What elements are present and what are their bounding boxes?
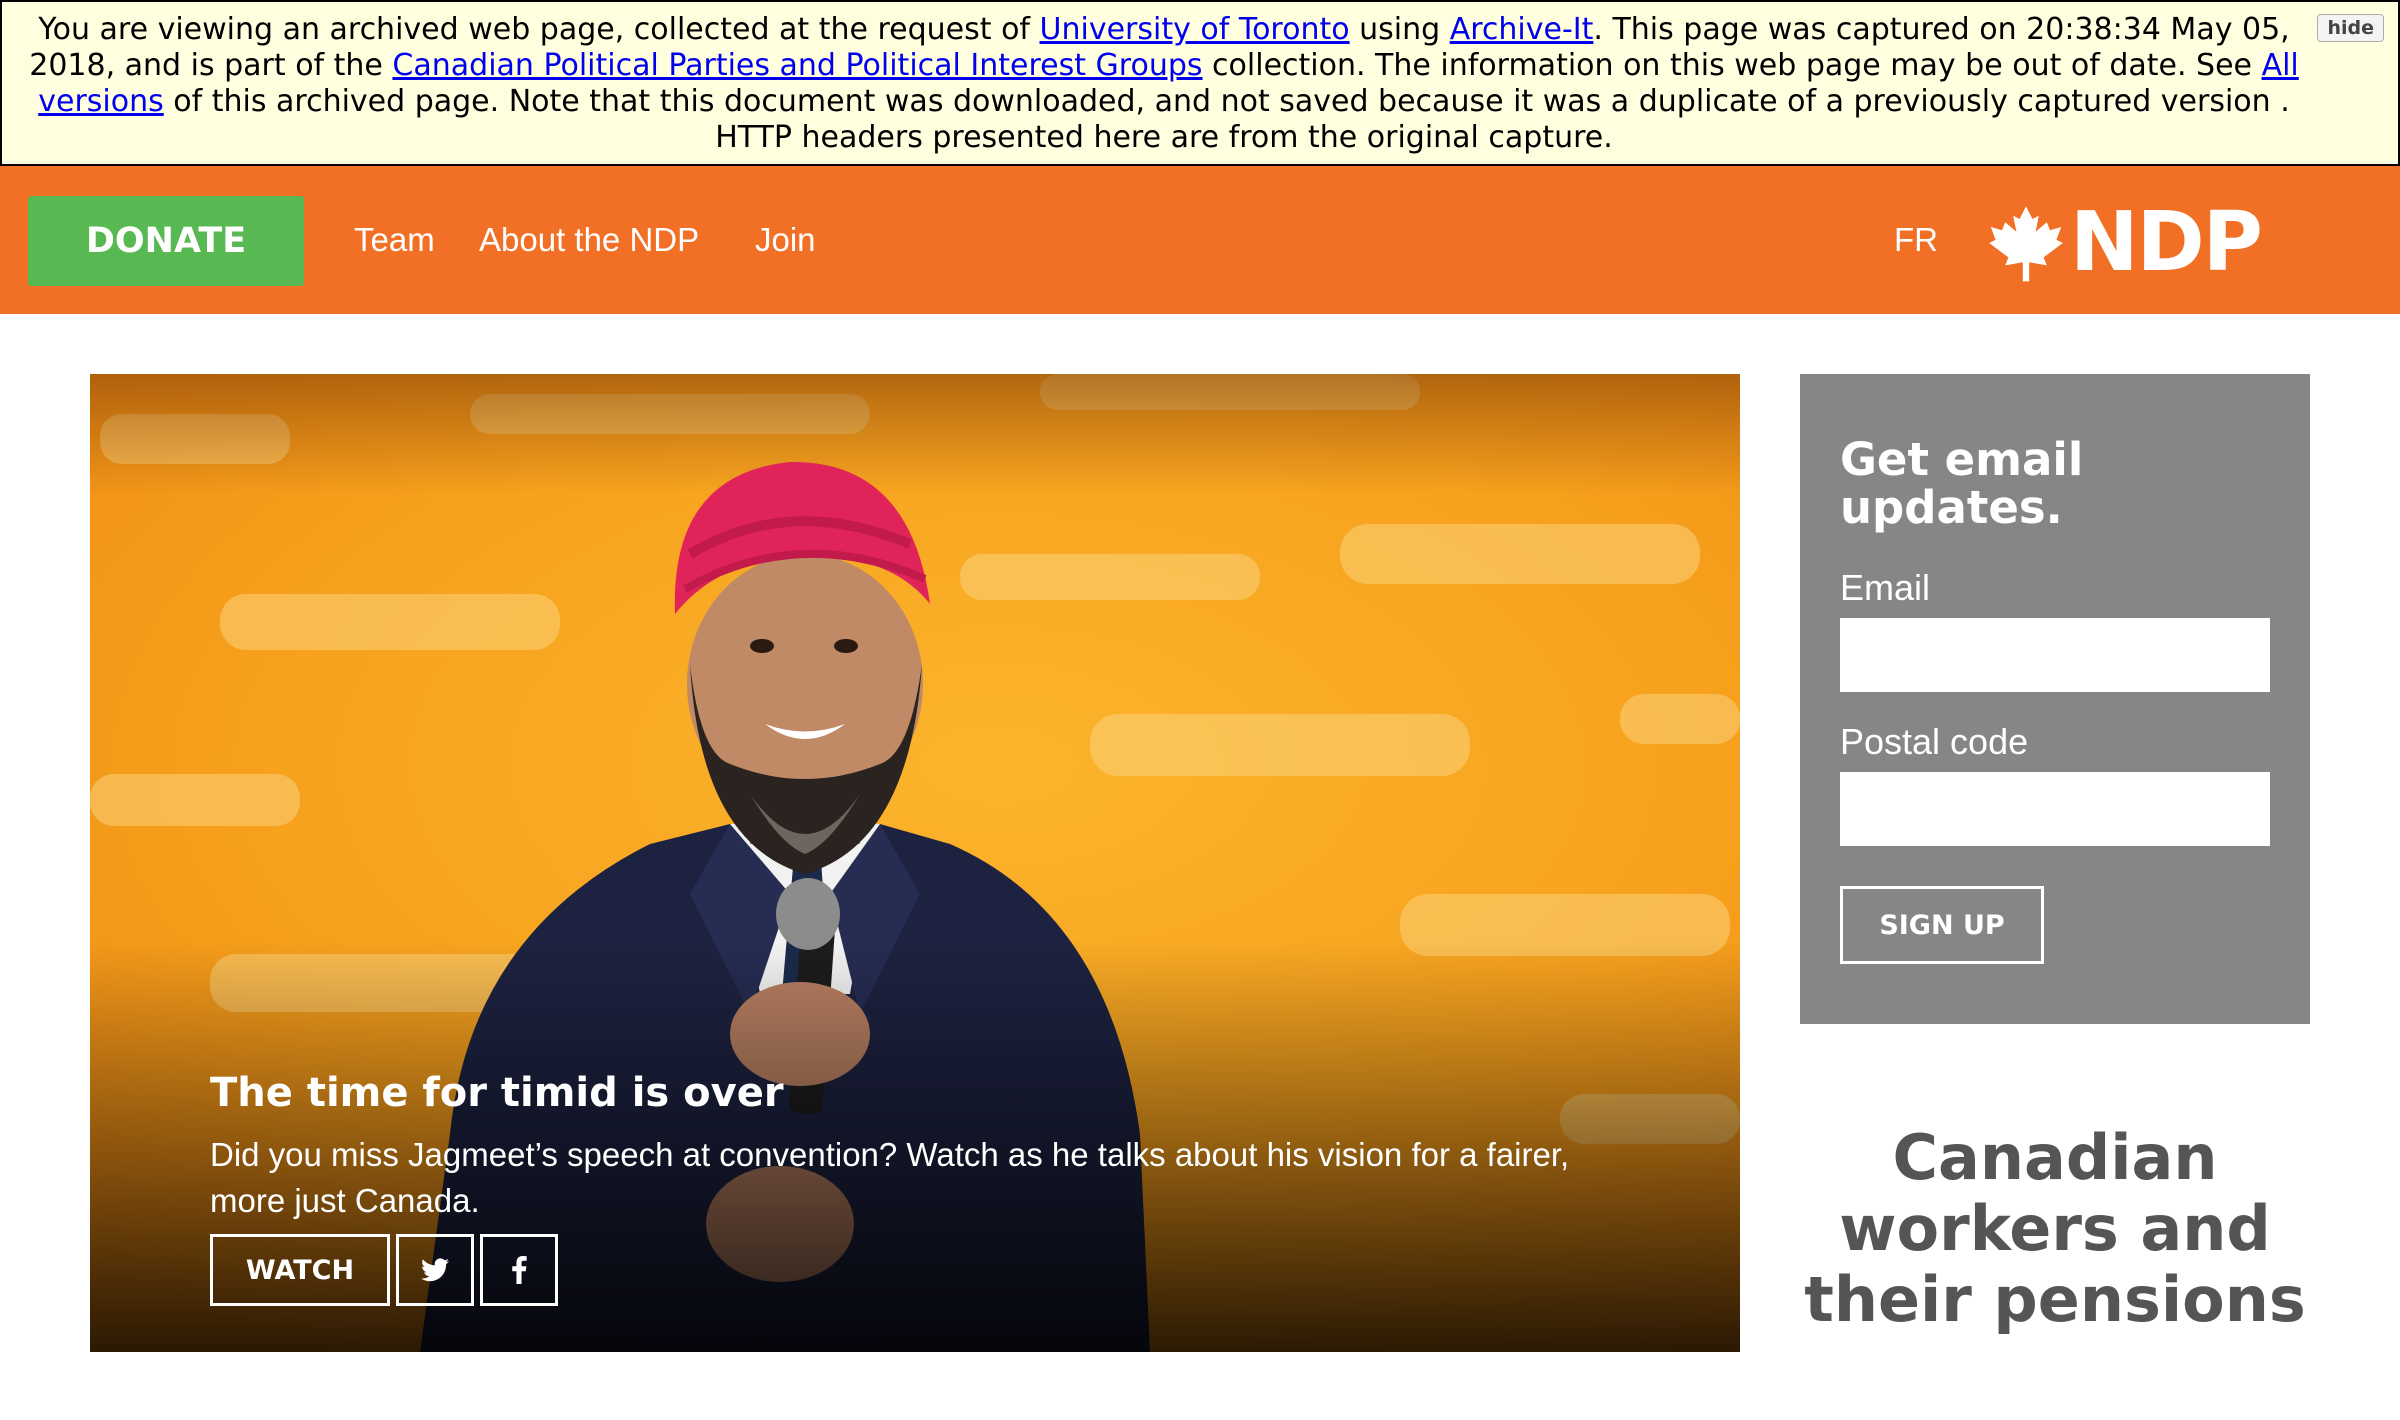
maple-leaf-icon (1989, 206, 2063, 282)
nav-link-join[interactable]: Join (755, 218, 816, 262)
hero-actions: WATCH (210, 1234, 558, 1306)
collection-link[interactable]: Canadian Political Parties and Political… (392, 48, 1202, 83)
email-signup-panel: Get email updates. Email Postal code SIG… (1800, 374, 2310, 1024)
archive-banner: You are viewing an archived web page, co… (0, 0, 2400, 166)
archive-text-1: You are viewing an archived web page, co… (38, 12, 1040, 47)
watch-button[interactable]: WATCH (210, 1234, 390, 1306)
facebook-share-button[interactable] (480, 1234, 558, 1306)
hero-banner[interactable]: The time for timid is over Did you miss … (90, 374, 1740, 1352)
twitter-icon (421, 1258, 449, 1282)
hero-title: The time for timid is over (210, 1070, 784, 1116)
main-navbar: DONATE Team About the NDP Join FR NDP (0, 166, 2400, 314)
postal-code-input[interactable] (1840, 772, 2270, 846)
sign-up-button[interactable]: SIGN UP (1840, 886, 2044, 964)
archive-text-4: collection. The information on this web … (1202, 48, 2262, 83)
nav-link-team[interactable]: Team (354, 218, 435, 262)
email-input[interactable] (1840, 618, 2270, 692)
university-link[interactable]: University of Toronto (1040, 12, 1350, 47)
side-article-headline[interactable]: Canadian workers and their pensions (1800, 1122, 2310, 1335)
ndp-logo[interactable]: NDP (1986, 195, 2263, 290)
hero-caption: The time for timid is over Did you miss … (210, 1068, 1710, 1224)
twitter-share-button[interactable] (396, 1234, 474, 1306)
facebook-icon (512, 1256, 527, 1284)
email-label: Email (1840, 567, 1931, 608)
hero-description: Did you miss Jagmeet’s speech at convent… (210, 1136, 1570, 1219)
signup-title: Get email updates. (1840, 433, 2084, 534)
archive-it-link[interactable]: Archive-It (1450, 12, 1594, 47)
nav-link-about[interactable]: About the NDP (479, 218, 699, 262)
ndp-logo-text: NDP (2070, 195, 2263, 290)
donate-button[interactable]: DONATE (28, 196, 304, 286)
archive-text-5: of this archived page. Note that this do… (163, 84, 2290, 155)
postal-code-label: Postal code (1840, 721, 2029, 762)
language-toggle-fr[interactable]: FR (1894, 218, 1938, 262)
archive-text-2: using (1349, 12, 1450, 47)
hide-banner-button[interactable]: hide (2317, 14, 2384, 42)
